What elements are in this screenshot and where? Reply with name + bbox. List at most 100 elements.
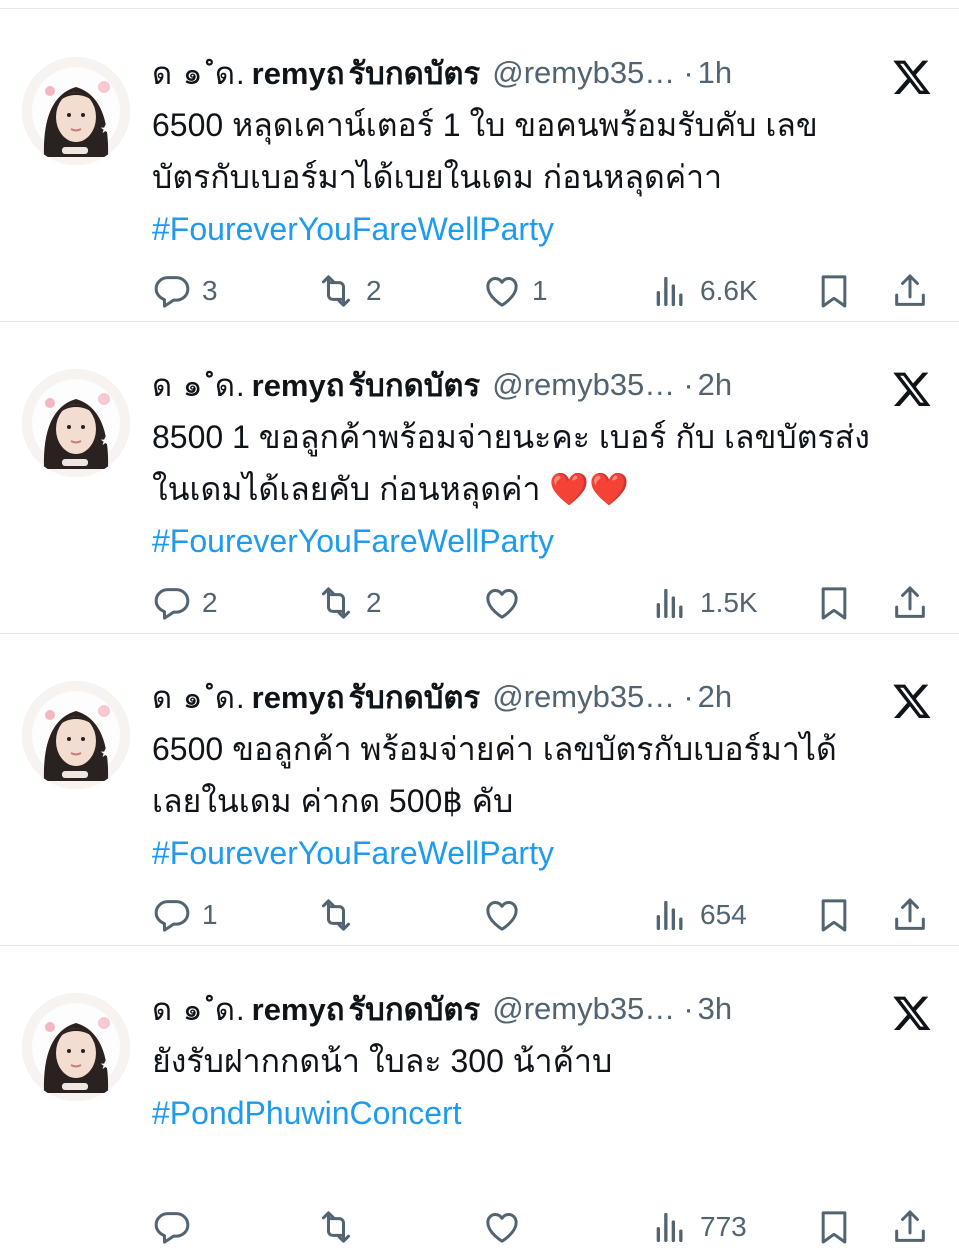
views-icon xyxy=(656,1212,683,1242)
tweet-body[interactable]: 6500 หลุดเคาน์เตอร์ 1 ใบ ขอคนพร้อมรับคับ… xyxy=(152,99,942,255)
share-button[interactable] xyxy=(890,575,930,631)
display-name-prefix[interactable]: ด ๑ ํด. xyxy=(152,48,246,98)
display-name-suffix[interactable]: รับกดบัตร xyxy=(349,48,481,98)
views-icon xyxy=(656,900,683,930)
bookmark-button[interactable] xyxy=(814,887,854,943)
tweet[interactable]: ★ ด ๑ ํด. remyถ รับกดบัตร @remyb35… · 1h… xyxy=(0,9,959,322)
bookmark-button[interactable] xyxy=(814,1199,854,1255)
reply-count: 3 xyxy=(202,275,218,306)
share-button[interactable] xyxy=(890,1199,930,1255)
repost-icon xyxy=(322,587,350,619)
display-name-prefix[interactable]: ด ๑ ํด. xyxy=(152,360,246,410)
tweet-body[interactable]: 6500 ขอลูกค้า พร้อมจ่ายค่า เลขบัตรกับเบอ… xyxy=(152,723,942,879)
reply-button[interactable]: 3 xyxy=(152,263,218,319)
reply-count: 1 xyxy=(202,899,218,930)
like-button[interactable] xyxy=(482,887,532,943)
action-bar: 1 654 xyxy=(152,887,942,943)
reply-count: 2 xyxy=(202,587,218,618)
tweet-text-line: 6500 ขอลูกค้า พร้อมจ่ายค่า เลขบัตรกับเบอ… xyxy=(152,731,837,767)
separator-dot: · xyxy=(683,991,694,1026)
like-button[interactable] xyxy=(482,575,532,631)
display-name-suffix[interactable]: รับกดบัตร xyxy=(349,672,481,722)
timestamp[interactable]: 2h xyxy=(698,679,732,715)
repost-button[interactable]: 2 xyxy=(316,263,382,319)
x-logo-icon xyxy=(890,992,934,1036)
repost-count: 2 xyxy=(366,587,382,618)
reply-button[interactable]: 2 xyxy=(152,575,218,631)
repost-icon xyxy=(322,899,350,931)
like-button[interactable] xyxy=(482,1199,532,1255)
reply-button[interactable]: 1 xyxy=(152,887,218,943)
hashtag-link[interactable]: #PondPhuwinConcert xyxy=(152,1087,942,1139)
share-button[interactable] xyxy=(890,887,930,943)
bookmark-button[interactable] xyxy=(814,263,854,319)
tweet-body[interactable]: ยังรับฝากกดน้า ใบละ 300 น้าค้าบ #PondPhu… xyxy=(152,1035,942,1139)
repost-button[interactable]: 2 xyxy=(316,575,382,631)
avatar[interactable]: ★ xyxy=(22,993,130,1101)
like-button[interactable]: 1 xyxy=(482,263,548,319)
tweet-body[interactable]: 8500 1 ขอลูกค้าพร้อมจ่ายนะคะ เบอร์ กับ เ… xyxy=(152,411,942,567)
hashtag-link[interactable]: #FoureverYouFareWellParty xyxy=(152,203,942,255)
user-handle[interactable]: @remyb35… xyxy=(492,991,675,1027)
display-name[interactable]: remyถ xyxy=(252,672,345,722)
display-name[interactable]: remyถ xyxy=(252,984,345,1034)
tweet-header: ด ๑ ํด. remyถ รับกดบัตร @remyb35… · 3h xyxy=(152,987,732,1031)
display-name-prefix[interactable]: ด ๑ ํด. xyxy=(152,984,246,1034)
share-button[interactable] xyxy=(890,263,930,319)
repost-icon xyxy=(322,1211,350,1243)
tweet-text-line: บัตรกับเบอร์มาได้เบยในเดม ก่อนหลุดค่าา xyxy=(152,159,723,195)
user-handle[interactable]: @remyb35… xyxy=(492,679,675,715)
separator-dot: · xyxy=(683,679,694,714)
avatar[interactable]: ★ xyxy=(22,369,130,477)
display-name[interactable]: remyถ xyxy=(252,360,345,410)
bookmark-button[interactable] xyxy=(814,575,854,631)
tweet-text-line: ในเดมได้เลยคับ ก่อนหลุดค่า ❤️❤️ xyxy=(152,471,629,507)
repost-icon xyxy=(322,275,350,307)
svg-text:★: ★ xyxy=(100,122,111,136)
action-bar: 3 2 1 6.6K xyxy=(152,263,942,319)
like-count: 1 xyxy=(532,275,548,306)
svg-text:★: ★ xyxy=(100,434,111,448)
tweet-header: ด ๑ ํด. remyถ รับกดบัตร @remyb35… · 2h xyxy=(152,363,732,407)
svg-text:★: ★ xyxy=(100,746,111,760)
user-handle[interactable]: @remyb35… xyxy=(492,55,675,91)
view-count: 654 xyxy=(700,899,747,930)
like-icon xyxy=(486,901,518,931)
reply-button[interactable] xyxy=(152,1199,202,1255)
views-button[interactable]: 6.6K xyxy=(650,263,758,319)
bookmark-icon xyxy=(821,275,847,308)
tweet-text-line: 8500 1 ขอลูกค้าพร้อมจ่ายนะคะ เบอร์ กับ เ… xyxy=(152,419,870,455)
repost-button[interactable] xyxy=(316,1199,366,1255)
display-name-prefix[interactable]: ด ๑ ํด. xyxy=(152,672,246,722)
display-name[interactable]: remyถ xyxy=(252,48,345,98)
like-icon xyxy=(486,277,518,307)
hashtag-link[interactable]: #FoureverYouFareWellParty xyxy=(152,515,942,567)
repost-count: 2 xyxy=(366,275,382,306)
reply-icon xyxy=(154,900,190,932)
timestamp[interactable]: 2h xyxy=(698,367,732,403)
tweet[interactable]: ★ ด ๑ ํด. remyถ รับกดบัตร @remyb35… · 3h… xyxy=(0,945,959,1257)
avatar[interactable]: ★ xyxy=(22,681,130,789)
share-icon xyxy=(895,586,925,618)
tweet[interactable]: ★ ด ๑ ํด. remyถ รับกดบัตร @remyb35… · 2h… xyxy=(0,633,959,946)
display-name-suffix[interactable]: รับกดบัตร xyxy=(349,984,481,1034)
timestamp[interactable]: 1h xyxy=(698,55,732,91)
views-button[interactable]: 654 xyxy=(650,887,747,943)
user-handle[interactable]: @remyb35… xyxy=(492,367,675,403)
views-button[interactable]: 773 xyxy=(650,1199,747,1255)
repost-button[interactable] xyxy=(316,887,366,943)
views-button[interactable]: 1.5K xyxy=(650,575,758,631)
bookmark-icon xyxy=(821,1211,847,1244)
display-name-suffix[interactable]: รับกดบัตร xyxy=(349,360,481,410)
hashtag-link[interactable]: #FoureverYouFareWellParty xyxy=(152,827,942,879)
view-count: 6.6K xyxy=(700,275,758,306)
separator-dot: · xyxy=(683,55,694,90)
tweet[interactable]: ★ ด ๑ ํด. remyถ รับกดบัตร @remyb35… · 2h… xyxy=(0,321,959,634)
like-icon xyxy=(486,589,518,619)
tweet-text-line: เลยในเดม ค่ากด 500฿ คับ xyxy=(152,783,514,819)
tweet-header: ด ๑ ํด. remyถ รับกดบัตร @remyb35… · 1h xyxy=(152,51,732,95)
avatar[interactable]: ★ xyxy=(22,57,130,165)
reply-icon xyxy=(154,276,190,308)
share-icon xyxy=(895,274,925,306)
timestamp[interactable]: 3h xyxy=(698,991,732,1027)
